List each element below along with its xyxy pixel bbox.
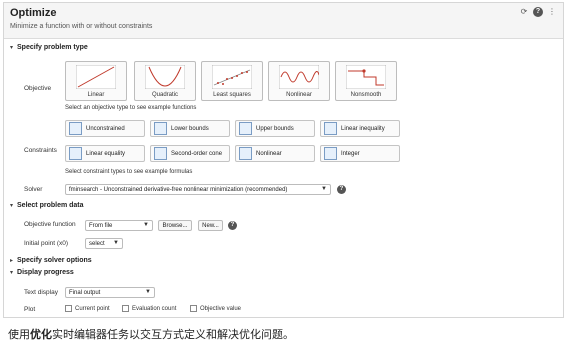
upper-bounds-icon	[239, 122, 252, 135]
browse-button[interactable]: Browse...	[158, 220, 192, 231]
chevron-down-icon: ▼	[113, 240, 119, 246]
objective-tile-label: Linear	[87, 92, 105, 98]
constraints-label: Constraints	[24, 147, 57, 154]
constraint-label: Unconstrained	[86, 125, 125, 132]
task-header: Optimize Minimize a function with or wit…	[4, 3, 563, 39]
header-icons: ⟳ ? ⋮	[519, 7, 557, 17]
more-options-icon[interactable]: ⋮	[547, 7, 557, 17]
collapse-caret-icon: ▾	[10, 45, 14, 51]
objective-tile-label: Least squares	[213, 92, 251, 98]
objective-tile-quadratic[interactable]: Quadratic	[134, 61, 196, 101]
constraint-nonlinear-button[interactable]: Nonlinear	[235, 145, 315, 162]
objective-function-label: Objective function	[24, 221, 76, 228]
objective-hint: Select an objective type to see example …	[65, 105, 197, 111]
objective-tile-label: Quadratic	[151, 92, 178, 98]
objective-tile-least-squares[interactable]: Least squares	[201, 61, 263, 101]
constraint-linear-inequality-button[interactable]: Linear inequality	[320, 120, 400, 137]
checkbox-label: Current point	[75, 305, 110, 312]
checkbox-box	[122, 305, 129, 312]
constraint-upper-bounds-button[interactable]: Upper bounds	[235, 120, 315, 137]
constraint-lower-bounds-button[interactable]: Lower bounds	[150, 120, 230, 137]
checkbox-box	[65, 305, 72, 312]
task-subtitle: Minimize a function with or without cons…	[10, 23, 153, 30]
linear-inequality-icon	[324, 122, 337, 135]
constraints-hint: Select constraint types to see example f…	[65, 169, 193, 175]
chevron-down-icon: ▼	[321, 186, 327, 192]
linear-equality-icon	[69, 147, 82, 160]
plot-current-point-checkbox[interactable]: Current point	[65, 305, 110, 312]
section-problem-type[interactable]: ▾ Specify problem type	[10, 44, 88, 51]
objective-function-value: From file	[89, 222, 113, 229]
initial-point-value: select	[89, 240, 105, 247]
quadratic-plot-icon	[145, 65, 185, 89]
collapse-caret-icon: ▾	[10, 270, 14, 276]
checkbox-box	[190, 305, 197, 312]
constraint-linear-equality-button[interactable]: Linear equality	[65, 145, 145, 162]
nonlinear-constraint-icon	[239, 147, 252, 160]
optimize-task-panel: Optimize Minimize a function with or wit…	[3, 2, 564, 318]
objective-function-dropdown[interactable]: From file ▼	[85, 220, 153, 231]
initial-point-dropdown[interactable]: select ▼	[85, 238, 123, 249]
least-squares-plot-icon	[212, 65, 252, 89]
plot-evaluation-count-checkbox[interactable]: Evaluation count	[122, 305, 176, 312]
objective-tile-linear[interactable]: Linear	[65, 61, 127, 101]
collapse-caret-icon: ▾	[10, 203, 14, 209]
constraint-label: Lower bounds	[171, 125, 209, 132]
checkbox-label: Evaluation count	[132, 305, 177, 312]
constraint-integer-button[interactable]: Integer	[320, 145, 400, 162]
lower-bounds-icon	[154, 122, 167, 135]
text-display-value: Final output	[69, 289, 101, 296]
caption-bold: 优化	[30, 328, 52, 341]
constraint-unconstrained-button[interactable]: Unconstrained	[65, 120, 145, 137]
constraint-second-order-cone-button[interactable]: Second-order cone	[150, 145, 230, 162]
solver-label: Solver	[24, 186, 43, 193]
figure-caption: 使用优化实时编辑器任务以交互方式定义和解决优化问题。	[8, 326, 294, 342]
unconstrained-icon	[69, 122, 82, 135]
refresh-icon[interactable]: ⟳	[519, 7, 529, 17]
second-order-cone-icon	[154, 147, 167, 160]
text-display-label: Text display	[24, 289, 58, 296]
objective-function-help-icon[interactable]: ?	[228, 221, 237, 230]
section-problem-data[interactable]: ▾ Select problem data	[10, 202, 84, 209]
section-solver-options-label: Specify solver options	[17, 257, 92, 264]
help-icon[interactable]: ?	[533, 7, 543, 17]
constraint-label: Linear equality	[86, 150, 126, 157]
caption-suffix: 实时编辑器任务以交互方式定义和解决优化问题。	[52, 328, 294, 341]
nonsmooth-plot-icon	[346, 65, 386, 89]
plot-objective-value-checkbox[interactable]: Objective value	[190, 305, 241, 312]
new-button[interactable]: New...	[198, 220, 223, 231]
constraint-label: Integer	[341, 150, 360, 157]
task-title: Optimize	[10, 7, 57, 19]
initial-point-label: Initial point (x0)	[24, 240, 69, 247]
constraint-label: Nonlinear	[256, 150, 282, 157]
constraint-label: Linear inequality	[341, 125, 385, 132]
text-display-dropdown[interactable]: Final output ▼	[65, 287, 155, 298]
objective-tile-label: Nonsmooth	[350, 92, 382, 98]
section-display-progress[interactable]: ▾ Display progress	[10, 269, 74, 276]
caption-prefix: 使用	[8, 328, 30, 341]
objective-label: Objective	[24, 85, 52, 92]
nonlinear-plot-icon	[279, 65, 319, 89]
objective-tile-nonlinear[interactable]: Nonlinear	[268, 61, 330, 101]
solver-dropdown[interactable]: fminsearch - Unconstrained derivative-fr…	[65, 184, 331, 195]
solver-help-icon[interactable]: ?	[337, 185, 346, 194]
constraint-label: Second-order cone	[171, 150, 223, 157]
linear-plot-icon	[76, 65, 116, 89]
objective-tile-nonsmooth[interactable]: Nonsmooth	[335, 61, 397, 101]
plot-label: Plot	[24, 306, 36, 313]
solver-value: fminsearch - Unconstrained derivative-fr…	[69, 186, 288, 193]
section-display-progress-label: Display progress	[17, 269, 74, 276]
expand-caret-icon: ▸	[10, 258, 14, 264]
chevron-down-icon: ▼	[143, 222, 149, 228]
objective-tile-label: Nonlinear	[286, 92, 312, 98]
section-solver-options[interactable]: ▸ Specify solver options	[10, 257, 92, 264]
integer-grid-icon	[324, 147, 337, 160]
constraint-label: Upper bounds	[256, 125, 294, 132]
chevron-down-icon: ▼	[145, 289, 151, 295]
section-problem-data-label: Select problem data	[17, 202, 84, 209]
checkbox-label: Objective value	[200, 305, 242, 312]
section-problem-type-label: Specify problem type	[17, 44, 88, 51]
